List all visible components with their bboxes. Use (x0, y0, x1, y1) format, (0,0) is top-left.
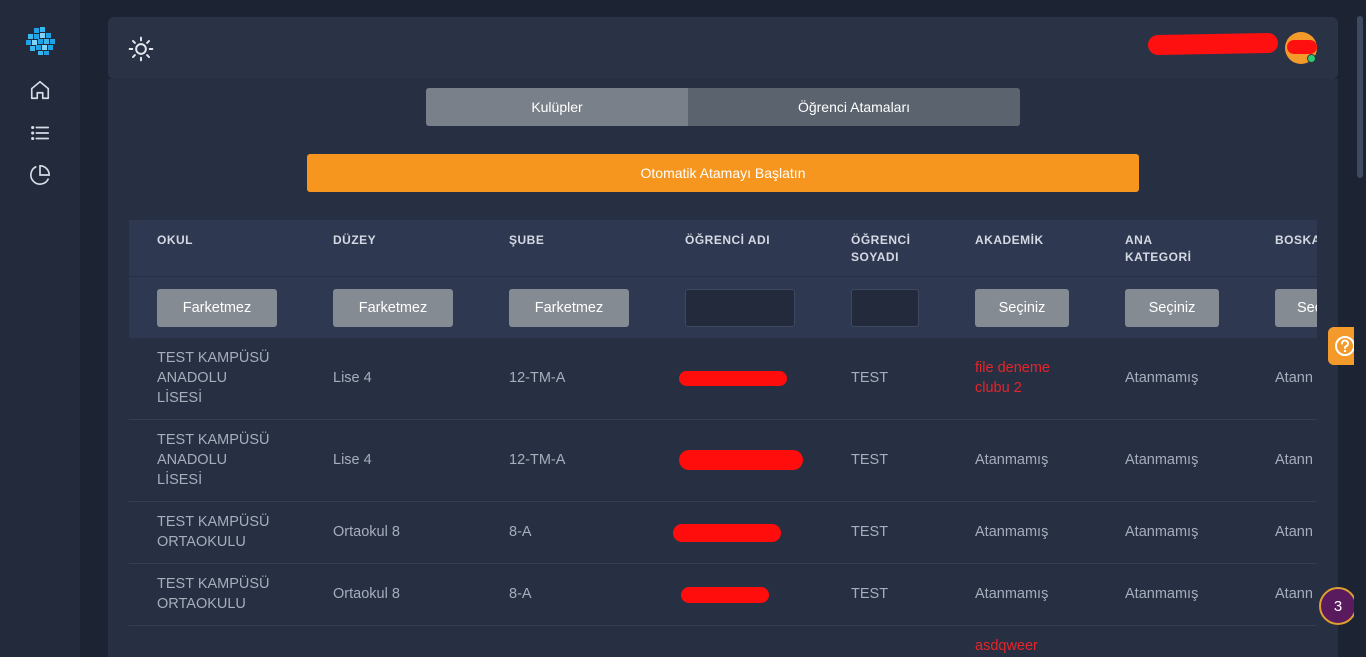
column-header-boska[interactable]: BOSKA (1275, 232, 1317, 249)
pie-chart-icon[interactable] (29, 164, 51, 186)
column-header-akademik[interactable]: AKADEMİK (975, 232, 1044, 249)
assignments-table: OKUL DÜZEY ŞUBE ÖĞRENCİ ADI ÖĞRENCİ SOYAD… (129, 220, 1317, 657)
filter-boska-select[interactable]: Seç (1275, 289, 1317, 327)
cell-akademik[interactable]: asdqweer (975, 636, 1038, 656)
cell-ana-kategori: Atanmamış (1125, 452, 1199, 468)
cell-sube: 8-A (509, 524, 532, 540)
cell-akademik: Atanmamış (975, 586, 1049, 602)
filter-ogrenci-soyadi-input[interactable] (851, 289, 919, 327)
notification-badge[interactable]: 3 (1319, 587, 1357, 625)
sun-icon[interactable] (128, 36, 154, 62)
cell-duzey: Lise 4 (333, 452, 372, 468)
filter-row: Farketmez Farketmez Farketmez Seçiniz Se… (129, 276, 1317, 338)
home-icon[interactable] (29, 79, 51, 101)
logo-icon[interactable] (24, 26, 58, 56)
column-header-ana-kategori[interactable]: ANA KATEGORİ (1125, 232, 1191, 266)
redacted-student-name (679, 371, 787, 386)
cell-akademik[interactable]: file deneme clubu 2 (975, 358, 1050, 398)
cell-soyadi: TEST (851, 452, 889, 468)
list-icon[interactable] (29, 122, 51, 144)
top-bar (108, 17, 1338, 79)
filter-ana-kategori-select[interactable]: Seçiniz (1125, 289, 1219, 327)
column-header-ogrenci-soyadi[interactable]: ÖĞRENCİ SOYADI (851, 232, 911, 266)
cell-okul: TEST KAMPÜSÜ ORTAOKULU (157, 576, 270, 612)
table-row[interactable]: TEST KAMPÜSÜ ORTAOKULU Ortaokul 8 8-A TES… (129, 564, 1317, 626)
cell-boska: Atann (1275, 586, 1313, 602)
page-scrollbar-thumb[interactable] (1357, 16, 1363, 178)
column-header-ogrenci-adi[interactable]: ÖĞRENCİ ADI (685, 232, 770, 249)
table-row[interactable]: TEST KAMPÜSÜ ANADOLU LİSESİ Lise 4 12-TM-A… (129, 338, 1317, 420)
cell-ana-kategori: Atanmamış (1125, 370, 1199, 386)
column-header-sube[interactable]: ŞUBE (509, 232, 544, 249)
tab-ogrenci-atamalari[interactable]: Öğrenci Atamaları (688, 88, 1020, 126)
cell-akademik: Atanmamış (975, 452, 1049, 468)
redacted-student-name (679, 450, 803, 470)
cell-akademik: Atanmamış (975, 524, 1049, 540)
main-content: Kulüpler Öğrenci Atamaları Otomatik Atam… (108, 79, 1338, 657)
column-header-duzey[interactable]: DÜZEY (333, 232, 376, 249)
cell-soyadi: TEST (851, 524, 889, 540)
cell-boska: Atann (1275, 452, 1313, 468)
sidebar (0, 0, 80, 657)
cell-sube: 12-TM-A (509, 452, 566, 468)
cell-soyadi: TEST (851, 586, 889, 602)
table-row[interactable]: asdqweer (129, 626, 1317, 657)
cell-okul: TEST KAMPÜSÜ ANADOLU LİSESİ (157, 432, 270, 488)
cell-okul: TEST KAMPÜSÜ ANADOLU LİSESİ (157, 350, 270, 406)
redacted-student-name (681, 587, 769, 603)
cell-boska: Atann (1275, 524, 1313, 540)
online-status-dot (1307, 54, 1316, 63)
filter-sube-select[interactable]: Farketmez (509, 289, 629, 327)
cell-duzey: Ortaokul 8 (333, 586, 400, 602)
cell-ana-kategori: Atanmamış (1125, 586, 1199, 602)
table-row[interactable]: TEST KAMPÜSÜ ORTAOKULU Ortaokul 8 8-A TES… (129, 502, 1317, 564)
cell-duzey: Ortaokul 8 (333, 524, 400, 540)
table-header: OKUL DÜZEY ŞUBE ÖĞRENCİ ADI ÖĞRENCİ SOYAD… (129, 220, 1317, 276)
cell-duzey: Lise 4 (333, 370, 372, 386)
tab-kulupler[interactable]: Kulüpler (426, 88, 688, 126)
tab-bar: Kulüpler Öğrenci Atamaları (426, 88, 1020, 126)
start-auto-assign-button[interactable]: Otomatik Atamayı Başlatın (307, 154, 1139, 192)
redacted-student-name (673, 524, 781, 542)
column-header-okul[interactable]: OKUL (157, 232, 193, 249)
cell-boska: Atann (1275, 370, 1313, 386)
cell-sube: 12-TM-A (509, 370, 566, 386)
filter-duzey-select[interactable]: Farketmez (333, 289, 453, 327)
cell-ana-kategori: Atanmamış (1125, 524, 1199, 540)
filter-akademik-select[interactable]: Seçiniz (975, 289, 1069, 327)
page-scrollbar[interactable] (1354, 0, 1366, 657)
redacted-user-name (1147, 32, 1279, 56)
cell-sube: 8-A (509, 586, 532, 602)
table-row[interactable]: TEST KAMPÜSÜ ANADOLU LİSESİ Lise 4 12-TM-A… (129, 420, 1317, 502)
cell-soyadi: TEST (851, 370, 889, 386)
cell-okul: TEST KAMPÜSÜ ORTAOKULU (157, 514, 270, 550)
filter-ogrenci-adi-input[interactable] (685, 289, 795, 327)
filter-okul-select[interactable]: Farketmez (157, 289, 277, 327)
